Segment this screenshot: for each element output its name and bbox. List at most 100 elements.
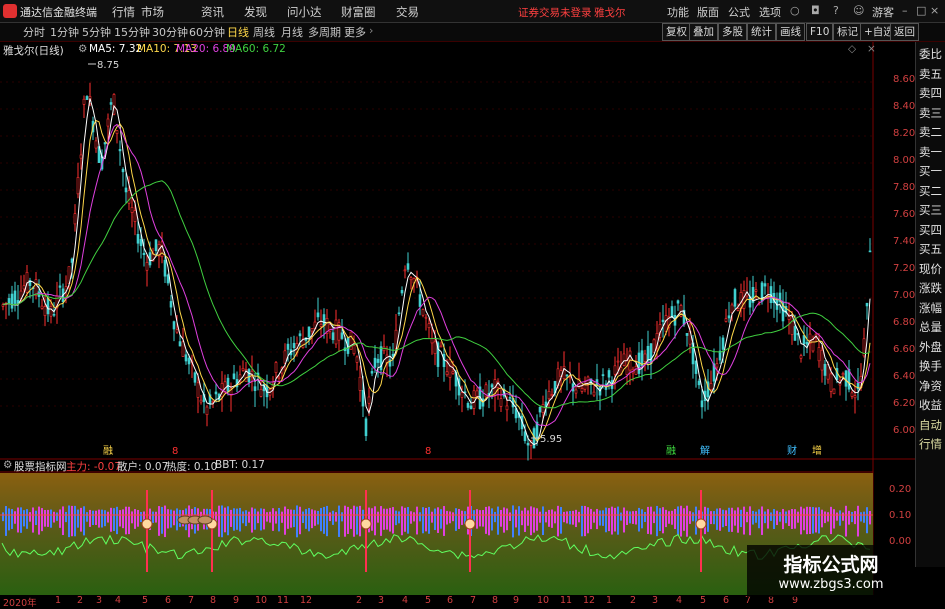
tab-period-5min[interactable]: 5分钟 [82,24,111,40]
sub-indicator-name[interactable]: 股票指标网 [14,459,67,474]
quote-panel-item[interactable]: 涨跌 [919,280,942,296]
event-marker[interactable]: 融 [103,445,113,457]
quote-panel-item[interactable]: 卖五 [919,66,942,82]
tab-period-timeshare[interactable]: 分时 [23,24,45,40]
event-marker[interactable]: 增 [812,444,822,457]
tab-period-multi[interactable]: 多周期 [308,24,341,40]
sub-histogram-bar [827,512,829,522]
event-marker[interactable]: 解 [700,444,710,457]
sub-histogram-bar [404,507,406,532]
quote-panel-item[interactable]: 卖三 [919,105,942,121]
event-marker[interactable]: 8 [425,446,431,457]
sub-histogram-bar [218,505,220,537]
candle-body [802,335,806,345]
event-marker[interactable]: 融 [666,445,676,457]
tab-period-monthly[interactable]: 月线 [281,24,303,40]
sub-histogram-bar [515,509,517,528]
event-marker[interactable]: 财 [787,444,797,457]
quote-panel-item[interactable]: 买三 [919,202,942,218]
sub-settings-icon[interactable]: ⚙ [3,459,12,471]
draw-button[interactable]: 画线 [776,23,805,41]
sub-histogram-bar [398,511,400,524]
app-logo-icon [3,4,17,18]
menu-item-formula[interactable]: 公式 [728,4,750,20]
menu-item-assistant[interactable]: 问小达 [287,4,322,20]
menu-item-trade[interactable]: 交易 [396,4,419,20]
menu-item-wealth[interactable]: 财富圈 [341,4,376,20]
sub-histogram-bar [635,510,637,525]
panel-close-icon[interactable]: × [867,43,876,55]
multi-stock-button[interactable]: 多股 [718,23,747,41]
menu-item-discover[interactable]: 发现 [244,4,267,20]
quote-panel-item[interactable]: 委比 [919,46,942,62]
more-chevron-icon[interactable]: › [369,24,373,37]
quote-panel-item[interactable]: 卖四 [919,85,942,101]
quote-panel-item[interactable]: 净资 [919,378,942,394]
quote-panel-item[interactable]: 涨幅 [919,300,942,316]
user-icon[interactable]: ☺ [853,4,864,17]
quote-panel-item[interactable]: 买四 [919,222,942,238]
candle-body [622,353,626,366]
chat-icon[interactable]: ○ [790,4,800,17]
maximize-icon[interactable]: □ [916,4,926,17]
stock-title[interactable]: 雅戈尔(日线) [3,43,64,58]
kline-chart[interactable]: 8.75 5.95 融 8 8 融 解 财 增 [0,42,915,595]
sub-histogram-bar [56,512,58,521]
quote-panel-item[interactable]: 买五 [919,241,942,257]
quote-panel-item[interactable]: 现价 [919,261,942,277]
lock-icon[interactable]: ◘ [811,4,820,17]
menu-item-options[interactable]: 选项 [759,4,781,20]
sub-histogram-bar [98,509,100,528]
price-tick-label: 7.60 [893,209,916,220]
adjust-button[interactable]: 复权 [662,23,691,41]
menu-item-quotes[interactable]: 行情 [112,4,135,20]
expand-icon[interactable]: ◇ [848,43,856,55]
stats-button[interactable]: 统计 [747,23,776,41]
candle-body [397,312,401,315]
overlay-button[interactable]: 叠加 [689,23,718,41]
guest-label[interactable]: 游客 [872,4,894,20]
sub-histogram-bar [686,505,688,537]
sub-histogram-bar [395,510,397,526]
sub-histogram-bar [833,509,835,529]
candle-body [700,400,704,408]
f10-button[interactable]: F10 [806,23,834,41]
tab-period-15min[interactable]: 15分钟 [114,24,150,40]
quote-panel-item[interactable]: 收益 [919,397,942,413]
menu-item-layout[interactable]: 版面 [697,4,719,20]
event-marker[interactable]: 8 [172,446,178,457]
close-icon[interactable]: × [930,4,939,17]
minimize-icon[interactable]: – [902,4,908,17]
quote-panel-item[interactable]: 买二 [919,183,942,199]
tab-period-1min[interactable]: 1分钟 [50,24,79,40]
quote-panel-item[interactable]: 外盘 [919,339,942,355]
back-button[interactable]: 返回 [890,23,919,41]
menu-item-functions[interactable]: 功能 [667,4,689,20]
quote-panel-item[interactable]: 行情 [919,436,942,452]
candle-body [334,319,338,345]
quote-panel-item[interactable]: 自动 [919,417,942,433]
quote-panel-item[interactable]: 换手 [919,358,942,374]
candle-body [94,140,98,149]
quote-panel-item[interactable]: 买一 [919,163,942,179]
sub-histogram-bar [62,506,64,536]
candle-body [826,364,830,380]
menu-item-market[interactable]: 市场 [141,4,164,20]
quote-panel-item[interactable]: 总量 [919,319,942,335]
help-icon[interactable]: ? [833,4,839,17]
sub-histogram-bar [359,505,361,537]
quote-panel-item[interactable]: 卖二 [919,124,942,140]
tab-period-more[interactable]: 更多 [344,24,366,40]
login-notice[interactable]: 证券交易未登录 [518,5,592,20]
menu-item-news[interactable]: 资讯 [201,4,224,20]
tab-period-daily[interactable]: 日线 [227,24,249,40]
quote-panel-item[interactable]: 卖一 [919,144,942,160]
tab-period-30min[interactable]: 30分钟 [152,24,188,40]
sub-histogram-bar [128,506,130,535]
price-tick-label: 6.00 [893,425,916,436]
settings-gear-icon[interactable]: ⚙ [78,43,87,55]
mark-button[interactable]: 标记 [833,23,862,41]
tab-period-60min[interactable]: 60分钟 [189,24,225,40]
sub-histogram-bar [134,509,136,529]
tab-period-weekly[interactable]: 周线 [253,24,275,40]
